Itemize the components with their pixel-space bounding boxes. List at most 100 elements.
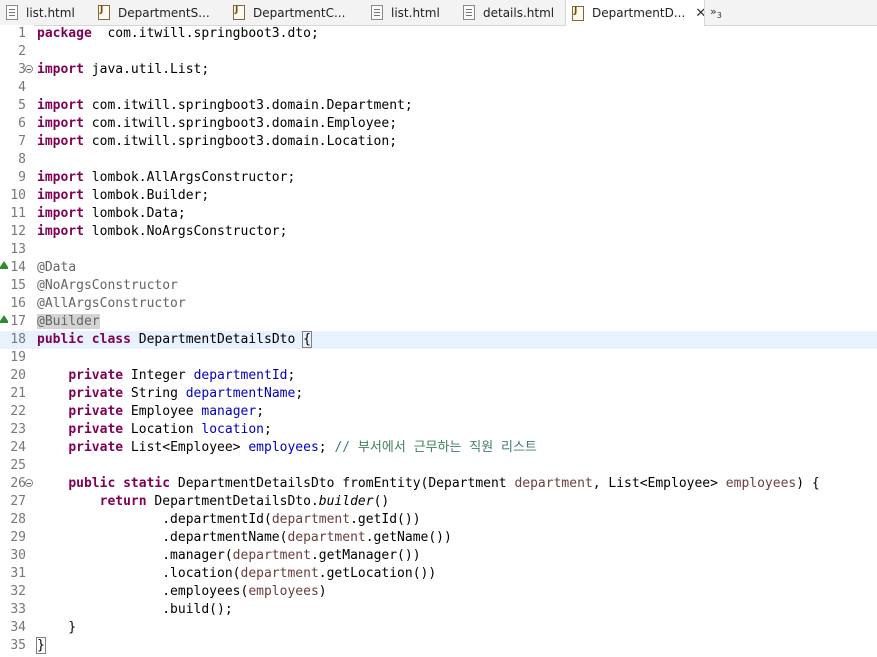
code-line[interactable]: 22 private Employee manager; (0, 403, 877, 421)
code-line[interactable]: 26 public static DepartmentDetailsDto fr… (0, 475, 877, 493)
code-line[interactable]: 19 (0, 349, 877, 367)
code-text: import com.itwill.springboot3.domain.Dep… (37, 98, 413, 113)
code-line[interactable]: 9 import lombok.AllArgsConstructor; (0, 169, 877, 187)
tab-department-details-dto[interactable]: DepartmentD... ✕ (565, 0, 705, 26)
code-line[interactable]: 33 .build(); (0, 601, 877, 619)
html-file-icon (371, 5, 383, 20)
code-line[interactable]: 12 import lombok.NoArgsConstructor; (0, 223, 877, 241)
line-number: 22 (10, 404, 26, 419)
code-line[interactable]: 21 private String departmentName; (0, 385, 877, 403)
code-line[interactable]: 2 (0, 43, 877, 61)
code-text: import java.util.List; (37, 62, 210, 77)
fold-toggle-icon[interactable] (25, 65, 33, 73)
editor-tab-bar: list.html DepartmentS... DepartmentC... … (0, 0, 877, 26)
line-number: 12 (10, 224, 26, 239)
code-line[interactable]: 31 .location(department.getLocation()) (0, 565, 877, 583)
fold-toggle-icon[interactable] (25, 479, 33, 487)
code-line[interactable]: 15 @NoArgsConstructor (0, 277, 877, 295)
java-file-icon (572, 5, 584, 21)
code-line[interactable]: 20 private Integer departmentId; (0, 367, 877, 385)
code-text: import lombok.NoArgsConstructor; (37, 224, 288, 239)
code-text: return DepartmentDetailsDto.builder() (99, 494, 390, 509)
code-line[interactable]: 35} (0, 637, 877, 655)
code-text: .location(department.getLocation()) (37, 566, 437, 581)
tab-overflow-button[interactable]: »3 (710, 5, 722, 20)
tab-label: list.html (26, 5, 75, 20)
line-number: 35 (10, 638, 26, 653)
tab-details-html[interactable]: details.html (457, 0, 565, 25)
tab-label: DepartmentC... (253, 5, 346, 20)
code-editor[interactable]: 1 package com.itwill.springboot3.dto; 2 3 im… (0, 25, 877, 657)
code-line[interactable]: 25 (0, 457, 877, 475)
code-line[interactable]: 18 public class DepartmentDetailsDto { (0, 331, 877, 349)
code-line[interactable]: 5 import com.itwill.springboot3.domain.De… (0, 97, 877, 115)
code-text: } (37, 620, 77, 635)
tab-label: DepartmentS... (118, 5, 210, 20)
code-line[interactable]: 28 .departmentId(department.getId()) (0, 511, 877, 529)
code-text: import lombok.AllArgsConstructor; (37, 170, 296, 185)
code-line[interactable]: 3 import java.util.List; (0, 61, 877, 79)
code-line[interactable]: 4 (0, 79, 877, 97)
tab-label: details.html (483, 5, 555, 20)
code-line[interactable]: 27 return DepartmentDetailsDto.builder() (0, 493, 877, 511)
code-line[interactable]: 16 @AllArgsConstructor (0, 295, 877, 313)
code-text: @NoArgsConstructor (37, 278, 178, 293)
line-number: 1 (18, 26, 26, 41)
line-number: 16 (10, 296, 26, 311)
line-number: 33 (10, 602, 26, 617)
tab-label: DepartmentD... (592, 6, 686, 20)
code-line[interactable]: 14 @Data (0, 259, 877, 277)
code-text: private Employee manager; (68, 404, 265, 419)
code-line[interactable]: 8 (0, 151, 877, 169)
code-text: .departmentId(department.getId()) (37, 512, 421, 527)
line-number: 13 (10, 242, 26, 257)
code-text: private String departmentName; (68, 386, 304, 401)
code-text: import com.itwill.springboot3.domain.Emp… (37, 116, 398, 131)
code-line[interactable]: 13 (0, 241, 877, 259)
code-text: public class DepartmentDetailsDto { (37, 331, 312, 348)
line-number: 4 (18, 80, 26, 95)
code-text: .employees(employees) (37, 584, 327, 599)
line-number: 8 (18, 152, 26, 167)
code-line[interactable]: 24 private List<Employee> employees; // … (0, 439, 877, 457)
code-line[interactable]: 34 } (0, 619, 877, 637)
tab-list-html-1[interactable]: list.html (0, 0, 92, 25)
hidden-tab-count: 3 (716, 11, 722, 21)
code-line[interactable]: 32 .employees(employees) (0, 583, 877, 601)
line-number: 10 (10, 188, 26, 203)
line-number: 11 (10, 206, 26, 221)
code-text: import com.itwill.springboot3.domain.Loc… (37, 134, 398, 149)
line-number: 29 (10, 530, 26, 545)
code-line[interactable]: 17 @Builder (0, 313, 877, 331)
code-line[interactable]: 30 .manager(department.getManager()) (0, 547, 877, 565)
code-line[interactable]: 10 import lombok.Builder; (0, 187, 877, 205)
override-marker-icon[interactable] (0, 315, 8, 323)
java-file-icon (233, 5, 245, 20)
code-text: .build(); (37, 602, 233, 617)
code-line[interactable]: 1 package com.itwill.springboot3.dto; (0, 25, 877, 43)
code-line[interactable]: 29 .departmentName(department.getName()) (0, 529, 877, 547)
line-number: 25 (10, 458, 26, 473)
override-marker-icon[interactable] (0, 261, 8, 269)
line-number: 23 (10, 422, 26, 437)
line-number: 20 (10, 368, 26, 383)
line-number: 21 (10, 386, 26, 401)
line-number: 15 (10, 278, 26, 293)
code-text: @AllArgsConstructor (37, 296, 186, 311)
close-icon[interactable]: ✕ (695, 6, 704, 21)
line-number: 32 (10, 584, 26, 599)
tab-list-html-2[interactable]: list.html (365, 0, 457, 25)
code-line[interactable]: 23 private Location location; (0, 421, 877, 439)
tab-department-service[interactable]: DepartmentS... (92, 0, 227, 25)
code-text: import lombok.Builder; (37, 188, 210, 203)
code-line[interactable]: 6 import com.itwill.springboot3.domain.Em… (0, 115, 877, 133)
line-number: 3 (18, 62, 26, 77)
line-number: 27 (10, 494, 26, 509)
line-number: 18 (10, 332, 26, 347)
tab-department-controller[interactable]: DepartmentC... (227, 0, 365, 25)
code-line[interactable]: 7 import com.itwill.springboot3.domain.Lo… (0, 133, 877, 151)
line-number: 30 (10, 548, 26, 563)
code-line[interactable]: 11 import lombok.Data; (0, 205, 877, 223)
code-text: public static DepartmentDetailsDto fromE… (68, 476, 820, 491)
line-number: 6 (18, 116, 26, 131)
